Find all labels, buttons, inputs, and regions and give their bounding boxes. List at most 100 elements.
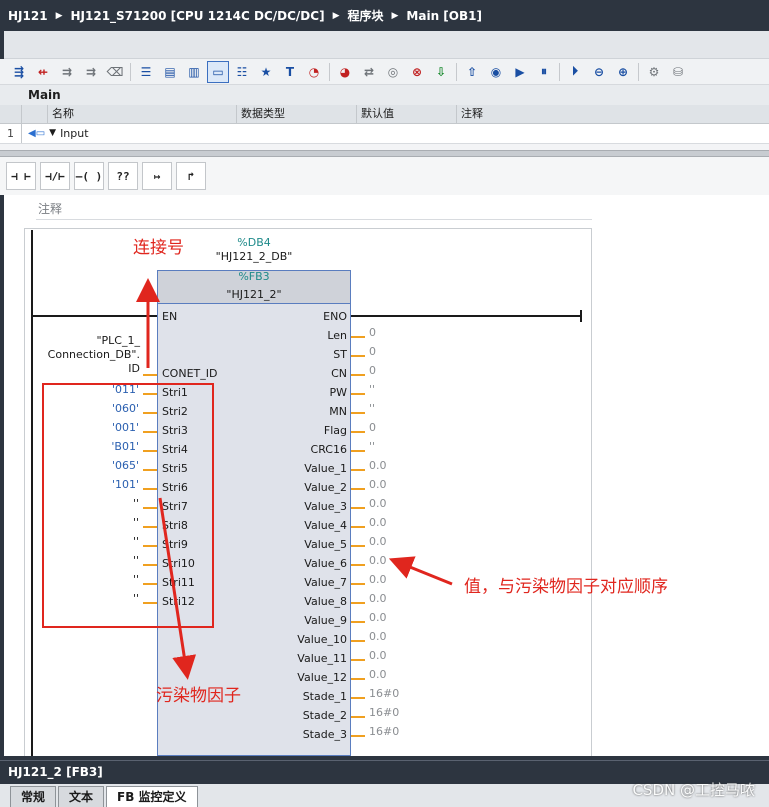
editor-top-band bbox=[0, 31, 769, 59]
toolbar-separator bbox=[559, 62, 560, 81]
fb-output-pin: Value_6 bbox=[304, 557, 347, 570]
output-value[interactable]: 16#0 bbox=[369, 687, 399, 700]
output-value[interactable]: '' bbox=[369, 383, 375, 396]
fb-output-pin: ENO bbox=[323, 310, 347, 323]
breadcrumb-item[interactable]: HJ121 bbox=[8, 9, 48, 23]
interface-row-name: Input bbox=[60, 127, 89, 140]
icon-col-header bbox=[22, 105, 48, 123]
monitor-icon[interactable]: ◔ bbox=[303, 61, 325, 83]
output-value[interactable]: 16#0 bbox=[369, 706, 399, 719]
continue-icon[interactable]: ⏵ bbox=[564, 61, 586, 83]
output-wire-stub bbox=[351, 602, 365, 604]
instruction-list-icon[interactable]: ☷ bbox=[231, 61, 253, 83]
download-icon[interactable]: ⇩ bbox=[430, 61, 452, 83]
watermark: CSDN @工控马哝 bbox=[632, 781, 755, 799]
output-value[interactable]: 0.0 bbox=[369, 592, 387, 605]
breadcrumb-item[interactable]: Main [OB1] bbox=[406, 9, 482, 23]
add-row-icon[interactable]: ⇉ bbox=[80, 61, 102, 83]
text-icon[interactable]: T bbox=[279, 61, 301, 83]
insert-network-icon[interactable]: ⇶ bbox=[8, 61, 30, 83]
tab-fb-monitoring[interactable]: FB 监控定义 bbox=[106, 786, 198, 807]
output-value[interactable]: 16#0 bbox=[369, 725, 399, 738]
annotation-values: 值，与污染物因子对应顺序 bbox=[464, 577, 668, 597]
run-icon[interactable]: ▶ bbox=[509, 61, 531, 83]
output-value[interactable]: 0.0 bbox=[369, 630, 387, 643]
output-value[interactable]: '' bbox=[369, 402, 375, 415]
output-value[interactable]: 0.0 bbox=[369, 535, 387, 548]
fb-output-pin: Stade_2 bbox=[302, 709, 347, 722]
fb-output-pin: Value_1 bbox=[304, 462, 347, 475]
fb-output-pin: Value_9 bbox=[304, 614, 347, 627]
tab-general[interactable]: 常规 bbox=[10, 786, 57, 807]
col-type-header[interactable]: 数据类型 bbox=[237, 105, 357, 123]
fb-number: %FB3 bbox=[238, 270, 270, 283]
rownum-header bbox=[0, 105, 22, 123]
favorites-icon[interactable]: ★ bbox=[255, 61, 277, 83]
breadcrumb-separator-icon: ▶ bbox=[55, 10, 63, 21]
output-wire-stub bbox=[351, 431, 365, 433]
instance-db-name[interactable]: "HJ121_2_DB" bbox=[157, 250, 351, 263]
fb-output-pin: Value_12 bbox=[297, 671, 347, 684]
row-number: 1 bbox=[0, 124, 22, 143]
toolbar-separator bbox=[638, 62, 639, 81]
output-value[interactable]: 0 bbox=[369, 421, 376, 434]
watch-icon[interactable]: ◎ bbox=[382, 61, 404, 83]
col-comment-header[interactable]: 注释 bbox=[457, 105, 769, 123]
enable-icon[interactable]: ⊕ bbox=[612, 61, 634, 83]
stop-icon[interactable]: ◉ bbox=[485, 61, 507, 83]
database-icon[interactable]: ⛁ bbox=[667, 61, 689, 83]
output-value[interactable]: 0.0 bbox=[369, 554, 387, 567]
expand-triangle-icon[interactable]: ▼ bbox=[49, 124, 56, 143]
coil-button[interactable]: –( ) bbox=[74, 162, 104, 190]
connection-db-operand[interactable]: "PLC_1_ Connection_DB". ID bbox=[40, 334, 140, 376]
output-value[interactable]: 0.0 bbox=[369, 668, 387, 681]
output-value[interactable]: 0 bbox=[369, 345, 376, 358]
online-icon[interactable]: ◕ bbox=[334, 61, 356, 83]
nc-contact-button[interactable]: ⊣/⊢ bbox=[40, 162, 70, 190]
fb-output-pin: Value_4 bbox=[304, 519, 347, 532]
col-default-header[interactable]: 默认值 bbox=[357, 105, 457, 123]
interface-row[interactable]: 1 ◀▭ ▼ Input bbox=[0, 124, 769, 144]
open-branch-button[interactable]: ↦ bbox=[142, 162, 172, 190]
empty-box-button[interactable]: ?? bbox=[108, 162, 138, 190]
breadcrumb-item[interactable]: 程序块 bbox=[347, 7, 383, 24]
compare-icon[interactable]: ⇄ bbox=[358, 61, 380, 83]
eraser-icon[interactable]: ⌫ bbox=[104, 61, 126, 83]
output-wire-stub bbox=[351, 678, 365, 680]
instance-db-number[interactable]: %DB4 bbox=[157, 236, 351, 249]
close-branch-button[interactable]: ↱ bbox=[176, 162, 206, 190]
output-value[interactable]: 0 bbox=[369, 364, 376, 377]
output-value[interactable]: 0.0 bbox=[369, 573, 387, 586]
comments-icon[interactable]: ▭ bbox=[207, 60, 229, 83]
tab-text[interactable]: 文本 bbox=[58, 786, 105, 807]
no-contact-button[interactable]: ⊣ ⊢ bbox=[6, 162, 36, 190]
breadcrumb-separator-icon: ▶ bbox=[391, 10, 399, 21]
delete-network-icon[interactable]: ⇷ bbox=[32, 61, 54, 83]
output-value[interactable]: 0.0 bbox=[369, 611, 387, 624]
network-expand-icon[interactable]: ▥ bbox=[183, 61, 205, 83]
output-value[interactable]: 0.0 bbox=[369, 516, 387, 529]
absolute-operands-icon[interactable]: ☰ bbox=[135, 61, 157, 83]
col-name-header[interactable]: 名称 bbox=[48, 105, 237, 123]
pane-splitter[interactable] bbox=[0, 150, 769, 157]
breadcrumb-item[interactable]: HJ121_S71200 [CPU 1214C DC/DC/DC] bbox=[70, 9, 324, 23]
upload-icon[interactable]: ⇧ bbox=[461, 61, 483, 83]
output-wire-stub bbox=[351, 640, 365, 642]
output-value[interactable]: 0.0 bbox=[369, 478, 387, 491]
output-value[interactable]: '' bbox=[369, 440, 375, 453]
settings-icon[interactable]: ⚙ bbox=[643, 61, 665, 83]
network-collapse-icon[interactable]: ▤ bbox=[159, 61, 181, 83]
output-value[interactable]: 0 bbox=[369, 326, 376, 339]
output-wire-stub bbox=[351, 412, 365, 414]
output-value[interactable]: 0.0 bbox=[369, 497, 387, 510]
insert-row-icon[interactable]: ⇉ bbox=[56, 61, 78, 83]
network-comment[interactable]: 注释 bbox=[38, 200, 62, 217]
disable-icon[interactable]: ⊖ bbox=[588, 61, 610, 83]
output-value[interactable]: 0.0 bbox=[369, 459, 387, 472]
force-icon[interactable]: ⊗ bbox=[406, 61, 428, 83]
output-wire-stub bbox=[351, 450, 365, 452]
fb-output-pin: Value_3 bbox=[304, 500, 347, 513]
output-value[interactable]: 0.0 bbox=[369, 649, 387, 662]
fb-output-pin: Value_8 bbox=[304, 595, 347, 608]
break-icon[interactable]: ⏸ bbox=[533, 61, 555, 83]
